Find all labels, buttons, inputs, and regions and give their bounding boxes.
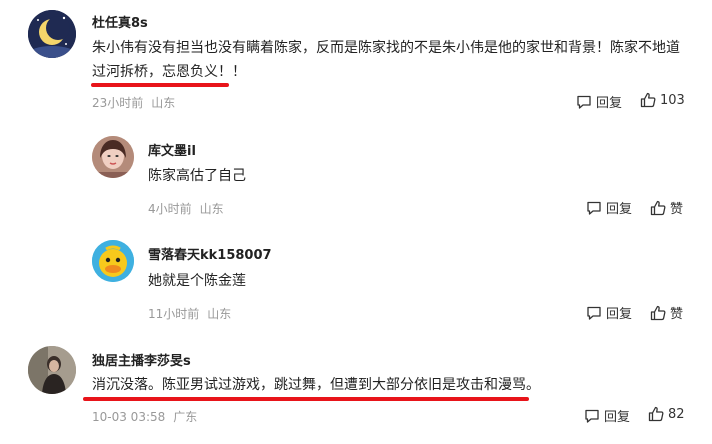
- reply-button[interactable]: 回复: [584, 406, 630, 425]
- reply-label: 回复: [596, 96, 623, 111]
- timestamp: 4小时前: [148, 202, 192, 216]
- like-button[interactable]: 82: [648, 406, 685, 422]
- like-label: 赞: [670, 307, 684, 322]
- timestamp: 11小时前: [148, 307, 200, 321]
- comment-text: 消沉没落。陈亚男试过游戏，跳过舞，但遭到大部分依旧是攻击和漫骂。: [92, 377, 540, 393]
- comment-text: 陈家高估了自己: [148, 168, 246, 184]
- comment-text-line-1: 朱小伟有没有担当也没有瞒着陈家，反而是陈家找的不是朱小伟是他的家世和背景！陈家不…: [92, 40, 680, 56]
- like-label: 赞: [670, 202, 684, 217]
- comment-meta: 10-03 03:58 广东: [92, 408, 197, 425]
- avatar[interactable]: [28, 10, 76, 58]
- username[interactable]: 独居主播李莎旻s: [92, 350, 191, 369]
- comment-icon: [585, 409, 599, 423]
- comment-icon: [577, 95, 591, 109]
- thumbs-up-icon: [650, 200, 666, 215]
- location: 山东: [207, 307, 232, 321]
- comment-text-line-2: 过河拆桥，忘恩负义！！: [92, 64, 246, 80]
- comment-meta: 11小时前 山东: [148, 305, 231, 322]
- like-count: 103: [660, 92, 685, 108]
- like-count: 82: [668, 406, 685, 422]
- avatar[interactable]: [92, 136, 134, 178]
- thumbs-up-icon: [650, 305, 666, 320]
- username[interactable]: 杜任真8s: [92, 12, 148, 31]
- location: 山东: [199, 202, 224, 216]
- like-button[interactable]: 赞: [650, 198, 683, 217]
- comment-text: 她就是个陈金莲: [148, 273, 246, 289]
- avatar[interactable]: [92, 240, 134, 282]
- timestamp: 23小时前: [92, 96, 144, 110]
- username[interactable]: 雪落春天kk158007: [148, 244, 272, 263]
- reply-button[interactable]: 回复: [576, 92, 622, 111]
- comment-meta: 23小时前 山东: [92, 94, 175, 111]
- avatar[interactable]: [28, 346, 76, 394]
- location: 广东: [173, 410, 198, 424]
- comment-icon: [587, 306, 601, 320]
- like-button[interactable]: 103: [640, 92, 685, 108]
- reply-label: 回复: [606, 307, 633, 322]
- highlight-underline: [91, 83, 229, 87]
- timestamp: 10-03 03:58: [92, 410, 166, 424]
- thumbs-up-icon: [640, 92, 656, 108]
- reply-label: 回复: [604, 410, 631, 425]
- comment-meta: 4小时前 山东: [148, 200, 224, 217]
- highlight-underline: [83, 397, 529, 401]
- thumbs-up-icon: [648, 406, 664, 422]
- reply-button[interactable]: 回复: [586, 198, 632, 217]
- location: 山东: [151, 96, 176, 110]
- username[interactable]: 库文墨il: [148, 140, 196, 159]
- comment-icon: [587, 201, 601, 215]
- reply-button[interactable]: 回复: [586, 303, 632, 322]
- reply-label: 回复: [606, 202, 633, 217]
- like-button[interactable]: 赞: [650, 303, 683, 322]
